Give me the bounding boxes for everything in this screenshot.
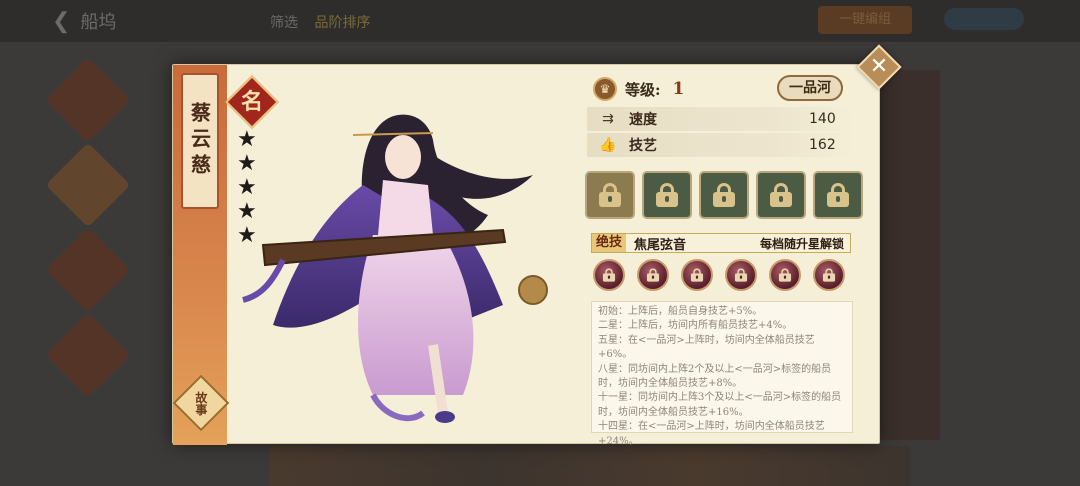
bg-card[interactable]	[45, 312, 131, 398]
stat-value: 162	[809, 137, 836, 153]
rank-tag: 一品河	[777, 75, 843, 101]
lock-icon	[656, 183, 678, 207]
thumbs-up-icon: 👍	[599, 137, 617, 153]
stat-label: 速度	[629, 112, 657, 128]
skill-tier-orb[interactable]	[681, 259, 713, 291]
lock-icon	[713, 183, 735, 207]
name-plate: 蔡云慈	[181, 73, 219, 209]
lock-icon	[734, 268, 748, 282]
equipment-slots	[585, 171, 863, 219]
bg-right-column	[880, 70, 940, 440]
stat-label: 技艺	[629, 138, 657, 154]
back-button[interactable]: ❮ 船坞	[52, 8, 116, 34]
close-icon: ✕	[869, 54, 889, 79]
skill-tier-orbs	[593, 259, 845, 291]
stat-value: 140	[809, 111, 836, 127]
level-row: ♛ 等级: 1	[593, 75, 684, 103]
description-line: +24%。	[598, 435, 639, 447]
toggle-switch[interactable]	[944, 8, 1024, 30]
lock-icon	[599, 183, 621, 207]
skill-unlock-text: 每档随升星解锁	[759, 236, 844, 251]
skill-name: 焦尾弦音	[634, 237, 687, 253]
lock-icon	[646, 268, 660, 282]
equipment-slot[interactable]	[642, 171, 692, 219]
stat-row-skill: 👍 技艺 162	[587, 133, 855, 157]
description-line: 二星：上阵后，坊间内所有船员技艺+4%。	[598, 320, 793, 332]
lock-icon	[827, 183, 849, 207]
description-line: 八星：同坊间内上阵2个及以上<一品河>标签的船员	[598, 363, 832, 375]
skill-tier-orb[interactable]	[769, 259, 801, 291]
equipment-slot[interactable]	[813, 171, 863, 219]
speed-icon: ⇉	[602, 111, 614, 127]
skill-bar: 绝技 焦尾弦音 每档随升星解锁	[591, 233, 851, 253]
character-name: 蔡云慈	[187, 102, 212, 180]
bg-card[interactable]	[45, 227, 131, 313]
story-label: 故事	[193, 391, 208, 415]
skill-tag: 绝技	[592, 234, 627, 252]
lock-icon	[822, 268, 836, 282]
lock-icon	[690, 268, 704, 282]
top-bar	[0, 0, 1080, 42]
left-ribbon: 蔡云慈 故事	[172, 65, 230, 445]
bg-bottom-strip	[270, 446, 910, 486]
lock-icon	[778, 268, 792, 282]
back-arrow-icon: ❮	[52, 8, 71, 34]
description-line: 初始：上阵后，船员自身技艺+5%。	[598, 306, 763, 317]
equipment-slot[interactable]	[585, 171, 635, 219]
bg-card[interactable]	[45, 142, 131, 228]
filter[interactable]: 筛选 品阶排序	[270, 12, 370, 32]
equipment-slot[interactable]	[699, 171, 749, 219]
stat-row-speed: ⇉ 速度 140	[587, 107, 855, 131]
lock-icon	[770, 183, 792, 207]
description-line: 十一星：同坊间内上阵3个及以上<一品河>标签的船员	[598, 392, 842, 404]
level-icon: ♛	[593, 77, 617, 101]
equipment-slot[interactable]	[756, 171, 806, 219]
character-detail-modal: 蔡云慈 故事 名 ★ ★ ★ ★ ★ ✕ ♛ 等级: 1 一品河 ⇉ 速度 14…	[172, 44, 902, 447]
story-button[interactable]: 故事	[172, 374, 230, 432]
skill-description: 初始：上阵后，船员自身技艺+5%。二星：上阵后，坊间内所有船员技艺+4%。五星：…	[591, 301, 853, 447]
lock-icon	[602, 268, 616, 282]
skill-tier-orb[interactable]	[725, 259, 757, 291]
skill-tier-orb[interactable]	[593, 259, 625, 291]
top-action-button[interactable]: 一键编组	[818, 6, 912, 34]
character-portrait	[242, 114, 548, 423]
level-value: 1	[672, 79, 685, 99]
description-line: 五星：在<一品河>上阵时，坊间内全体船员技艺+6%。	[598, 334, 815, 361]
description-line: 时，坊间内全体船员技艺+8%。	[598, 378, 743, 390]
skill-tier-orb[interactable]	[813, 259, 845, 291]
back-label: 船坞	[80, 12, 117, 33]
bg-card[interactable]	[45, 57, 131, 143]
filter-label: 筛选	[270, 15, 298, 31]
skill-tier-orb[interactable]	[637, 259, 669, 291]
filter-value: 品阶排序	[314, 15, 371, 31]
level-label: 等级:	[625, 80, 661, 99]
description-line: 时，坊间内全体船员技艺+16%。	[598, 406, 749, 418]
description-line: 十四星：在<一品河>上阵时，坊间内全体船员技艺	[598, 421, 825, 433]
